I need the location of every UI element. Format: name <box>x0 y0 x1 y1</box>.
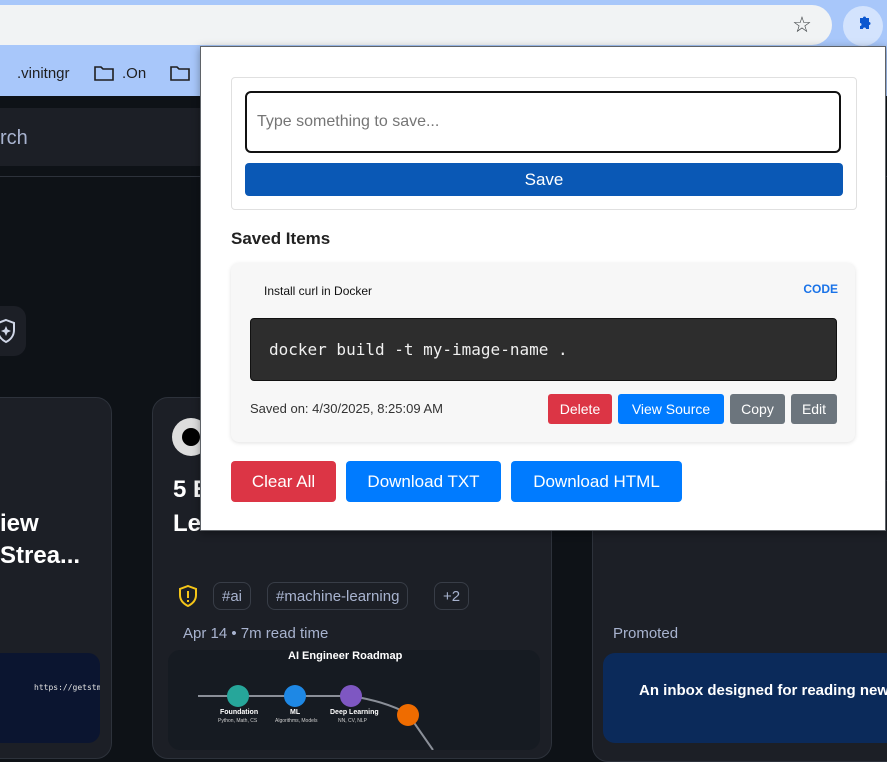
clear-all-button[interactable]: Clear All <box>231 461 336 502</box>
promoted-label: Promoted <box>613 625 679 642</box>
roadmap-node-ml <box>284 685 306 707</box>
card-mid-thumbnail: AI Engineer Roadmap Foundation Python, M… <box>168 650 540 750</box>
save-text-input[interactable] <box>245 91 841 153</box>
card-left-title-2: Strea... <box>0 542 81 569</box>
card-mid-title-2: Le <box>173 510 202 537</box>
tag-machine-learning[interactable]: #machine-learning <box>267 582 409 610</box>
folder-icon <box>94 66 114 81</box>
bookmark-label: .vinitngr <box>17 64 70 82</box>
roadmap-sub-3: NN, CV, NLP <box>338 718 367 724</box>
roadmap-node-deep-learning <box>340 685 362 707</box>
delete-button[interactable]: Delete <box>548 394 612 424</box>
extension-popup: Save Saved Items Install curl in Docker … <box>200 46 886 531</box>
code-block: docker build -t my-image-name . <box>250 318 837 381</box>
card-mid-meta: Apr 14 • 7m read time <box>183 625 329 642</box>
roadmap-label-3: Deep Learning <box>330 709 379 716</box>
roadmap-label-2: ML <box>290 709 301 716</box>
download-txt-button[interactable]: Download TXT <box>346 461 501 502</box>
view-source-button[interactable]: View Source <box>618 394 724 424</box>
bookmark-folder[interactable] <box>170 50 190 96</box>
roadmap-sub-2: Algorithms, Models <box>275 718 318 724</box>
puzzle-icon <box>860 16 871 29</box>
roadmap-node-next <box>397 704 419 726</box>
folder-icon <box>170 66 190 81</box>
saved-items-heading: Saved Items <box>231 229 331 248</box>
site-search-text: rch <box>0 127 28 149</box>
input-panel: Save <box>231 77 857 210</box>
tag-more[interactable]: +2 <box>434 582 470 610</box>
copy-button[interactable]: Copy <box>730 394 785 424</box>
bookmark-vinitngr[interactable]: .vinitngr <box>0 50 70 96</box>
roadmap-sub-1: Python, Math, CS <box>218 718 258 724</box>
saved-on-timestamp: Saved on: 4/30/2025, 8:25:09 AM <box>250 401 443 416</box>
promoted-text: An inbox designed for reading new <box>639 682 887 699</box>
card-left-thumbnail: https://getstm <box>0 653 100 743</box>
saved-item-title: Install curl in Docker <box>264 284 373 298</box>
address-bar[interactable] <box>0 5 832 45</box>
saved-item-card: Install curl in Docker CODE docker build… <box>231 263 855 442</box>
star-icon[interactable]: ☆ <box>790 13 814 37</box>
bookmark-on[interactable]: .On <box>94 50 146 96</box>
warning-shield-icon <box>179 585 197 607</box>
shield-button[interactable] <box>0 306 26 356</box>
thumb-url-text: https://getstm <box>34 683 100 692</box>
roadmap-node-foundation <box>227 685 249 707</box>
promoted-thumbnail[interactable]: An inbox designed for reading new <box>603 653 887 743</box>
bookmark-label: .On <box>122 64 147 82</box>
tag-ai[interactable]: #ai <box>213 582 252 610</box>
saved-item-type-badge: CODE <box>803 282 838 296</box>
edit-button[interactable]: Edit <box>791 394 837 424</box>
save-button[interactable]: Save <box>245 163 843 196</box>
shield-icon <box>0 318 15 344</box>
download-html-button[interactable]: Download HTML <box>511 461 682 502</box>
extensions-button[interactable] <box>843 6 883 46</box>
roadmap-label-1: Foundation <box>220 709 259 716</box>
code-content: docker build -t my-image-name . <box>269 340 568 359</box>
card-left-title-1: iew <box>0 510 39 537</box>
